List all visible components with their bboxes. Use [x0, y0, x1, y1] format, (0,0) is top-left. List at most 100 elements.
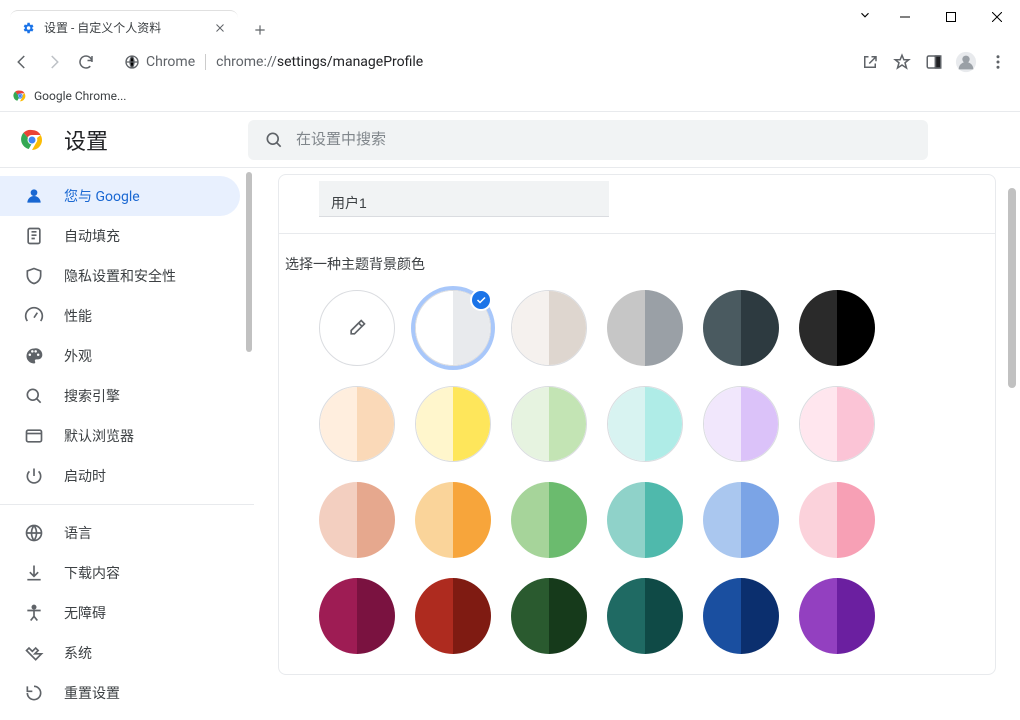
sidebar-item-0[interactable]: 您与 Google [0, 176, 240, 216]
language-icon [24, 523, 44, 543]
content-scrollbar[interactable] [1008, 188, 1016, 388]
sidebar-item-6[interactable]: 默认浏览器 [0, 416, 240, 456]
profile-name-input[interactable] [319, 181, 609, 217]
sidebar-item-label: 隐私设置和安全性 [64, 266, 176, 286]
page-title: 设置 [64, 124, 108, 156]
sidebar-item-label: 重置设置 [64, 683, 120, 703]
tab-strip: 设置 - 自定义个人资料 [0, 0, 848, 44]
theme-swatch-19[interactable] [415, 578, 491, 654]
reload-button[interactable] [72, 48, 100, 76]
sidebar-item-11[interactable]: 无障碍 [0, 593, 240, 633]
theme-swatch-21[interactable] [607, 578, 683, 654]
theme-swatch-7[interactable] [415, 386, 491, 462]
theme-swatch-8[interactable] [511, 386, 587, 462]
forward-button[interactable] [40, 48, 68, 76]
sidebar-item-5[interactable]: 搜索引擎 [0, 376, 240, 416]
back-button[interactable] [8, 48, 36, 76]
sidebar-item-4[interactable]: 外观 [0, 336, 240, 376]
theme-swatch-13[interactable] [415, 482, 491, 558]
theme-section-title: 选择一种主题背景颜色 [279, 233, 995, 284]
sidebar-item-9[interactable]: 语言 [0, 513, 240, 553]
sidebar-item-label: 自动填充 [64, 226, 120, 246]
window-controls [882, 2, 1020, 32]
search-icon [24, 386, 44, 406]
close-window-button[interactable] [974, 2, 1020, 32]
bookmark-button[interactable] [888, 48, 916, 76]
minimize-button[interactable] [882, 2, 928, 32]
sidebar-item-1[interactable]: 自动填充 [0, 216, 240, 256]
nav-divider [0, 504, 254, 505]
appearance-icon [24, 346, 44, 366]
sidebar-item-label: 系统 [64, 643, 92, 663]
settings-content: 选择一种主题背景颜色 [254, 168, 1020, 720]
system-icon [24, 643, 44, 663]
chrome-logo-icon [20, 128, 44, 152]
theme-swatch-5[interactable] [799, 290, 875, 366]
share-button[interactable] [856, 48, 884, 76]
close-icon[interactable] [212, 20, 228, 36]
sidepanel-button[interactable] [920, 48, 948, 76]
chrome-icon [12, 88, 28, 104]
sidebar-item-label: 外观 [64, 346, 92, 366]
color-picker-swatch[interactable] [319, 290, 395, 366]
sidebar-item-2[interactable]: 隐私设置和安全性 [0, 256, 240, 296]
profile-card: 选择一种主题背景颜色 [278, 174, 996, 675]
address-bar[interactable]: Chrome chrome://settings/manageProfile [112, 47, 844, 77]
gear-icon [20, 20, 36, 36]
theme-swatch-2[interactable] [511, 290, 587, 366]
menu-button[interactable] [984, 48, 1012, 76]
theme-swatches [279, 284, 995, 674]
sidebar-item-10[interactable]: 下载内容 [0, 553, 240, 593]
profile-button[interactable] [952, 48, 980, 76]
sidebar-item-12[interactable]: 系统 [0, 633, 240, 673]
new-tab-button[interactable] [246, 16, 274, 44]
theme-swatch-12[interactable] [319, 482, 395, 558]
download-icon [24, 563, 44, 583]
sidebar-item-3[interactable]: 性能 [0, 296, 240, 336]
sidebar-item-label: 语言 [64, 523, 92, 543]
reset-icon [24, 683, 44, 703]
bookmark-item[interactable]: Google Chrome... [12, 88, 126, 104]
sidebar-item-13[interactable]: 重置设置 [0, 673, 240, 713]
tab-dropdown-button[interactable] [848, 0, 882, 30]
startup-icon [24, 466, 44, 486]
theme-swatch-22[interactable] [703, 578, 779, 654]
theme-swatch-23[interactable] [799, 578, 875, 654]
sidebar-item-label: 默认浏览器 [64, 426, 134, 446]
theme-swatch-18[interactable] [319, 578, 395, 654]
sidebar-scrollbar[interactable] [246, 172, 252, 352]
privacy-icon [24, 266, 44, 286]
theme-swatch-3[interactable] [607, 290, 683, 366]
window-titlebar: 设置 - 自定义个人资料 [0, 0, 1020, 44]
theme-swatch-1[interactable] [415, 290, 491, 366]
site-info-button[interactable]: Chrome [124, 54, 195, 70]
browser-icon [24, 426, 44, 446]
theme-swatch-14[interactable] [511, 482, 587, 558]
sidebar-item-label: 无障碍 [64, 603, 106, 623]
user-icon [24, 186, 44, 206]
theme-swatch-20[interactable] [511, 578, 587, 654]
theme-swatch-6[interactable] [319, 386, 395, 462]
bookmarks-bar: Google Chrome... [0, 80, 1020, 112]
settings-header: 设置 [0, 112, 1020, 168]
theme-swatch-11[interactable] [799, 386, 875, 462]
maximize-button[interactable] [928, 2, 974, 32]
check-icon [470, 289, 492, 311]
sidebar-item-7[interactable]: 启动时 [0, 456, 240, 496]
site-label: Chrome [146, 54, 195, 70]
theme-swatch-17[interactable] [799, 482, 875, 558]
theme-swatch-10[interactable] [703, 386, 779, 462]
accessibility-icon [24, 603, 44, 623]
theme-swatch-16[interactable] [703, 482, 779, 558]
theme-swatch-15[interactable] [607, 482, 683, 558]
url-text: chrome://settings/manageProfile [216, 54, 423, 70]
browser-tab[interactable]: 设置 - 自定义个人资料 [10, 10, 238, 44]
sidebar-item-label: 启动时 [64, 466, 106, 486]
main-content: 您与 Google 自动填充隐私设置和安全性性能外观搜索引擎默认浏览器启动时语言下… [0, 168, 1020, 720]
theme-swatch-4[interactable] [703, 290, 779, 366]
settings-search-input[interactable] [296, 131, 912, 148]
theme-swatch-9[interactable] [607, 386, 683, 462]
eyedropper-icon [347, 318, 367, 338]
settings-search[interactable] [248, 120, 928, 160]
browser-toolbar: Chrome chrome://settings/manageProfile [0, 44, 1020, 80]
